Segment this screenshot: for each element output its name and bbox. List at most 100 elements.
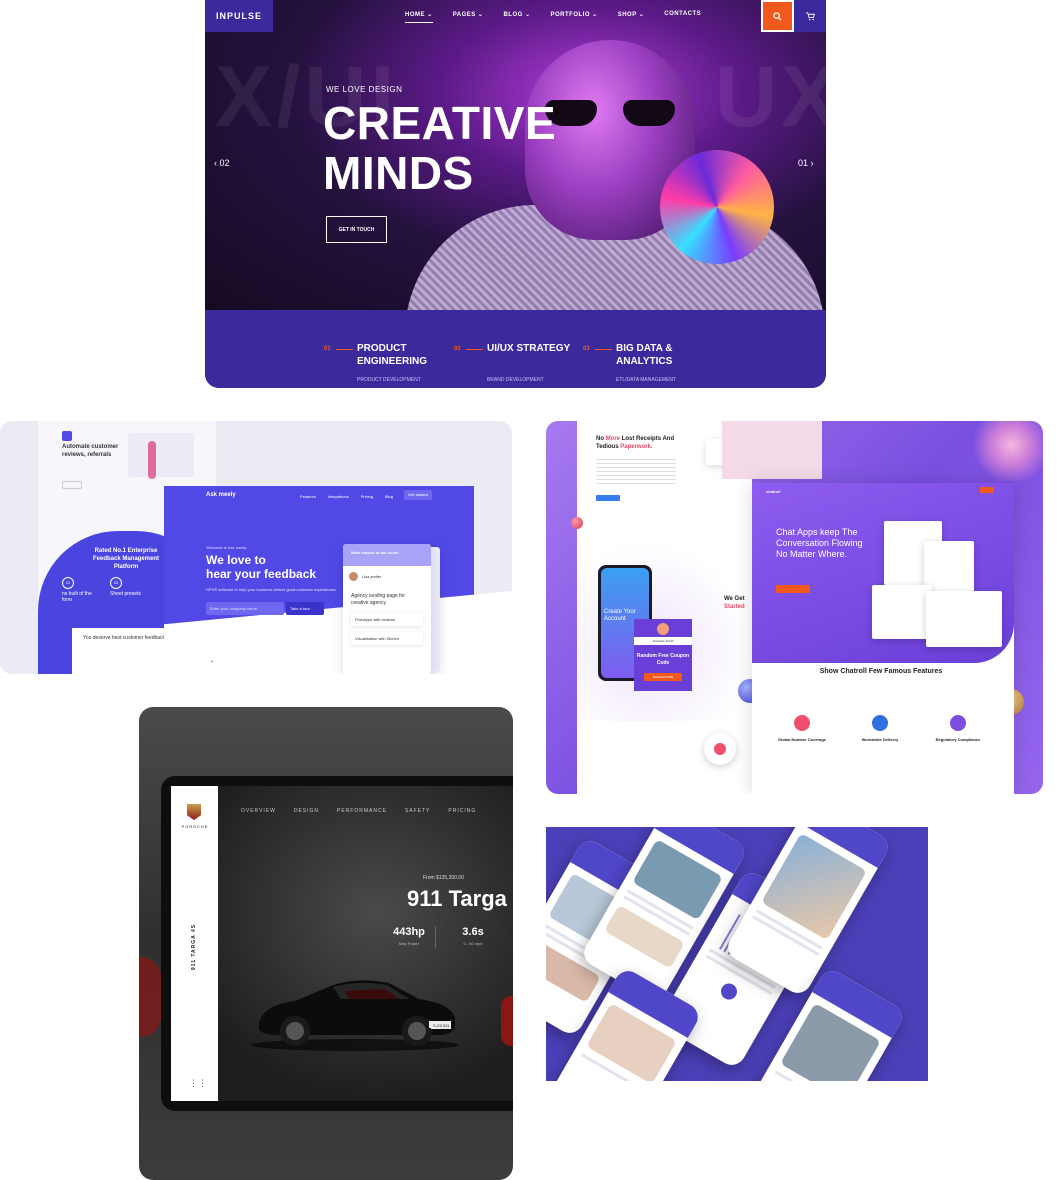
back-headline: Automate customer reviews, referrals — [62, 444, 119, 458]
left-paragraph-lines — [596, 459, 676, 485]
feature-title: Worldwide Delivery — [861, 737, 899, 742]
right-hero-headline: Chat Apps keep The Conversation Flowing … — [776, 527, 863, 559]
feature-icon — [950, 715, 966, 731]
feedback-card[interactable]: Main reason of our score Lisa jenifer Ag… — [343, 544, 431, 674]
get-in-touch-button[interactable]: GET IN TOUCH — [326, 216, 387, 243]
mobile-app-preview-card[interactable] — [546, 827, 928, 1081]
feedback-item[interactable]: Visualisation with Sketch — [351, 632, 423, 645]
license-plate: S-ZZ 911 — [431, 1022, 452, 1029]
feature-item: Worldwide Delivery — [847, 715, 913, 742]
left-cta-button[interactable] — [596, 495, 620, 501]
nav-integrations[interactable]: Integrations — [328, 494, 349, 499]
back-stat-number: 02 — [110, 577, 122, 589]
feedback-user: Lisa jenifer — [362, 574, 382, 579]
askmeely-preview-card[interactable]: Automate customer reviews, referrals Rat… — [0, 421, 512, 674]
service-number: 03 — [583, 346, 590, 352]
signup-button[interactable] — [980, 487, 994, 493]
nav-pricing[interactable]: Pricing — [361, 494, 373, 499]
chatroll-logo[interactable]: chatroll — [766, 489, 780, 494]
nav-design[interactable]: DESIGN — [294, 808, 319, 814]
back-illustration-person — [148, 441, 156, 479]
mid-headline-line1: We Get — [724, 596, 745, 602]
chatroll-preview-card[interactable]: No More Lost Receipts And Tedious Paperw… — [546, 421, 1043, 794]
menu-item-home[interactable]: HOME ⌄ — [405, 11, 433, 23]
stat-acceleration: 3.6s 0 - 60 mph — [453, 926, 493, 946]
side-panel: PORSCHE 911 TARGA 4S ⋮⋮ — [171, 786, 218, 1101]
menu-item-contacts[interactable]: CONTACTS — [664, 11, 701, 23]
hero-headline: We love to hear your feedback — [206, 553, 316, 581]
cart-icon — [805, 11, 815, 20]
back-stat-label: ns built of the form — [62, 591, 92, 603]
decorative-sphere — [571, 517, 583, 529]
menu-item-shop[interactable]: SHOP ⌄ — [618, 11, 645, 23]
play-button[interactable] — [718, 980, 740, 1003]
left-headline-highlight: Paperwork. — [620, 444, 653, 450]
stat-value: 443hp — [393, 926, 425, 938]
left-headline: No More Lost Receipts And Tedious Paperw… — [596, 435, 686, 451]
coupon-name: Jhonthan Smith — [634, 637, 692, 645]
take-a-tour-button[interactable]: Take a tour — [286, 602, 324, 615]
logo[interactable]: INPULSE — [205, 0, 273, 32]
menu-item-portfolio[interactable]: PORTFOLIO ⌄ — [551, 11, 598, 23]
hero-person-glasses — [545, 100, 675, 126]
slider-next[interactable]: 01 › — [798, 158, 814, 168]
menu-item-pages[interactable]: PAGES ⌄ — [453, 11, 484, 23]
company-name-input[interactable]: Enter your company name — [206, 602, 284, 615]
porsche-nav: OVERVIEW DESIGN PERFORMANCE SAFETY PRICI… — [241, 808, 476, 814]
hero-subtext: NPS® software to help your business deli… — [206, 587, 336, 592]
service-dash — [466, 349, 483, 350]
service-sub: BRAND DEVELOPMENT — [487, 377, 544, 383]
tablet-screen: PORSCHE 911 TARGA 4S ⋮⋮ OVERVIEW DESIGN … — [171, 786, 513, 1101]
hero-cta-button[interactable] — [776, 585, 810, 593]
scroll-down-icon[interactable]: ⌄ — [206, 655, 218, 667]
hero-headline-line2: hear your feedback — [206, 567, 317, 581]
service-dash — [595, 349, 612, 350]
grid-menu-icon[interactable]: ⋮⋮ — [189, 1078, 207, 1089]
feedback-item[interactable]: Prototype with Invision — [351, 613, 423, 626]
search-button[interactable] — [761, 0, 794, 32]
get-started-button[interactable]: Get started — [404, 490, 432, 500]
feedback-body: Agency landing page for creative agency — [351, 593, 405, 606]
left-headline-part: No — [596, 436, 606, 442]
model-title: 911 Targa — [407, 886, 507, 911]
stat-label: Max Power — [398, 941, 419, 946]
coupon-title: Random Free Coupon Code — [636, 653, 690, 666]
stat-divider — [435, 926, 436, 948]
brand-logo[interactable]: Ask meely — [206, 492, 236, 498]
nav-safety[interactable]: SAFETY — [405, 808, 430, 814]
red-car-edge — [501, 996, 513, 1046]
slider-prev[interactable]: ‹ 02 — [214, 158, 230, 168]
mid-headline-line2: Started — [724, 604, 745, 610]
chat-window — [926, 591, 1002, 647]
price-label: From $135,200.00 — [423, 875, 464, 881]
red-car-left-edge — [139, 957, 161, 1037]
top-image — [722, 421, 822, 479]
nav-features[interactable]: Features — [300, 494, 316, 499]
orchid-decoration — [964, 421, 1043, 481]
inpulse-preview-card[interactable]: X/UI UX INPULSE HOME ⌄ PAGES ⌄ BLOG ⌄ PO… — [205, 0, 826, 388]
menu-item-blog[interactable]: BLOG ⌄ — [503, 11, 530, 23]
porsche-crest-icon — [187, 804, 201, 820]
feature-item: Regulatory Compliance — [925, 715, 991, 742]
nav-blog[interactable]: Blog — [385, 494, 393, 499]
search-icon — [773, 11, 782, 21]
nav-overview[interactable]: OVERVIEW — [241, 808, 276, 814]
nav-pricing[interactable]: PRICING — [448, 808, 476, 814]
porsche-preview-card[interactable]: PORSCHE 911 TARGA 4S ⋮⋮ OVERVIEW DESIGN … — [139, 707, 513, 1180]
feature-title: Regulatory Compliance — [935, 737, 981, 742]
coupon-card[interactable]: Jhonthan Smith Random Free Coupon Code R… — [634, 619, 692, 691]
hero-title-line2: MINDS — [323, 147, 474, 199]
top-nav: INPULSE HOME ⌄ PAGES ⌄ BLOG ⌄ PORTFOLIO … — [205, 0, 826, 32]
cart-button[interactable] — [794, 0, 826, 32]
back-stat: 02 Sheet presets — [110, 577, 150, 597]
chat-window — [872, 585, 932, 639]
back-small-button[interactable] — [62, 481, 82, 489]
nav-performance[interactable]: PERFORMANCE — [337, 808, 387, 814]
hero-headline-line1: We love to — [206, 553, 266, 567]
back-bottom-text: You deserve best customer feedback — [82, 635, 166, 641]
ghost-text-right: UX — [715, 49, 826, 145]
coupon-code[interactable]: Rewards13185 — [644, 673, 682, 681]
mid-headline: We Get Started — [724, 595, 745, 611]
feature-title: Global Number Coverage — [777, 737, 826, 742]
service-name: UI/UX STRATEGY — [487, 343, 571, 354]
